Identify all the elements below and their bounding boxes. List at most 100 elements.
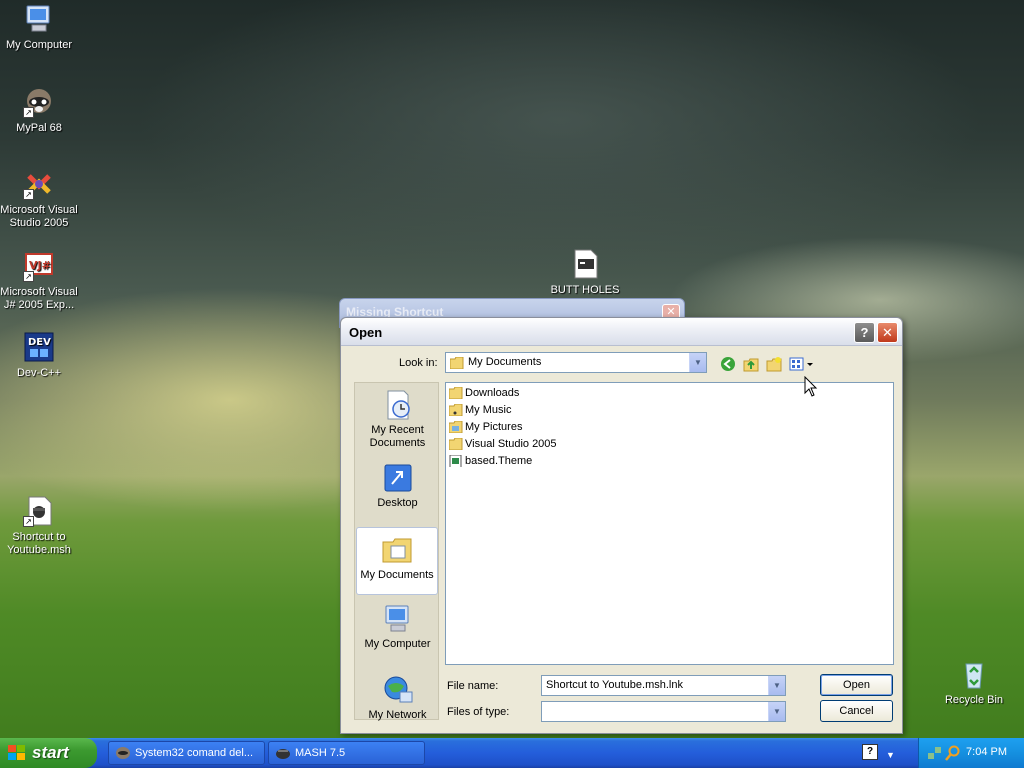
dialog-title: Open bbox=[349, 325, 383, 340]
search-icon[interactable] bbox=[945, 745, 961, 761]
look-in-dropdown[interactable]: My Documents ▼ bbox=[445, 352, 707, 373]
views-menu-icon[interactable] bbox=[789, 356, 815, 374]
raccoon-icon bbox=[116, 747, 130, 759]
close-button[interactable]: ✕ bbox=[877, 322, 898, 343]
desktop-icon-label: Dev-C++ bbox=[16, 367, 62, 379]
svg-text:DEV: DEV bbox=[28, 337, 51, 348]
music-folder-icon bbox=[449, 404, 463, 416]
desktop-icon-devcpp[interactable]: DEV Dev-C++ bbox=[0, 331, 79, 380]
chevron-down-icon[interactable]: ▼ bbox=[689, 353, 706, 372]
folder-icon bbox=[449, 387, 463, 399]
look-in-value: My Documents bbox=[468, 356, 542, 368]
theme-file-icon bbox=[449, 455, 462, 467]
network-globe-icon bbox=[382, 674, 414, 706]
desktop-icon-mypal[interactable]: ↗ MyPal 68 bbox=[0, 86, 79, 135]
dialog-titlebar[interactable]: Open ? ✕ bbox=[341, 318, 902, 346]
list-item[interactable]: based.Theme bbox=[449, 453, 532, 469]
desktop-icon-label: MyPal 68 bbox=[16, 122, 62, 134]
script-file-icon: ↗ bbox=[23, 495, 55, 527]
list-item[interactable]: Downloads bbox=[449, 385, 519, 401]
desktop-icon-label: My Computer bbox=[5, 39, 73, 51]
mash-icon bbox=[276, 749, 290, 759]
folder-icon bbox=[449, 438, 463, 450]
desktop-icon-label: Shortcut to bbox=[12, 531, 66, 543]
place-label: My Network bbox=[368, 709, 427, 721]
mouse-cursor-icon bbox=[804, 376, 818, 397]
place-label: My Computer bbox=[364, 638, 431, 650]
place-my-computer[interactable]: My Computer bbox=[355, 603, 440, 651]
raccoon-icon: ↗ bbox=[23, 86, 55, 118]
desktop-icon bbox=[382, 462, 414, 494]
chevron-down-icon[interactable]: ▼ bbox=[768, 702, 785, 721]
recycle-bin-icon bbox=[958, 658, 990, 690]
list-item[interactable]: My Pictures bbox=[449, 419, 522, 435]
list-item[interactable]: Visual Studio 2005 bbox=[449, 436, 557, 452]
desktop-icon-my-computer[interactable]: My Computer bbox=[0, 3, 79, 52]
place-label: My Documents bbox=[360, 569, 434, 581]
new-folder-icon[interactable] bbox=[765, 356, 783, 374]
open-button[interactable]: Open bbox=[820, 674, 893, 696]
place-my-recent-documents[interactable]: My Recent Documents bbox=[355, 389, 440, 450]
shortcut-arrow-icon: ↗ bbox=[23, 189, 34, 200]
desktop-icon-youtube-shortcut[interactable]: ↗ Shortcut to Youtube.msh bbox=[0, 495, 79, 557]
open-dialog[interactable]: Open ? ✕ Look in: My Documents ▼ My Rece… bbox=[340, 317, 903, 734]
cancel-button[interactable]: Cancel bbox=[820, 700, 893, 722]
places-bar: My Recent Documents Desktop My Documents… bbox=[354, 382, 440, 722]
place-my-documents[interactable]: My Documents bbox=[356, 527, 438, 595]
file-name: My Music bbox=[465, 404, 512, 416]
file-name: Downloads bbox=[465, 387, 520, 399]
file-name-field[interactable]: Shortcut to Youtube.msh.lnk ▼ bbox=[541, 675, 786, 696]
file-name-label: File name: bbox=[447, 680, 499, 692]
chevron-down-icon[interactable]: ▼ bbox=[768, 676, 785, 695]
desktop-icon-label: Youtube.msh bbox=[7, 544, 71, 556]
desktop-icon-label: J# 2005 Exp... bbox=[3, 299, 75, 311]
taskbar-item-mash[interactable]: MASH 7.5 bbox=[268, 741, 425, 765]
desktop-icon-visual-jsharp[interactable]: VJ# ↗ Microsoft Visual J# 2005 Exp... bbox=[0, 250, 79, 312]
chevron-down-icon[interactable]: ▼ bbox=[886, 750, 895, 760]
computer-icon bbox=[23, 3, 55, 35]
desktop-icon-recycle-bin[interactable]: Recycle Bin bbox=[934, 658, 1014, 707]
shortcut-arrow-icon: ↗ bbox=[23, 516, 34, 527]
start-label: start bbox=[32, 743, 69, 762]
start-button[interactable]: start bbox=[0, 738, 97, 768]
system-tray: 7:04 PM bbox=[918, 738, 1024, 768]
computer-icon bbox=[382, 603, 414, 635]
place-label: My Recent bbox=[371, 424, 424, 436]
place-label: Desktop bbox=[377, 497, 418, 509]
place-desktop[interactable]: Desktop bbox=[355, 462, 440, 510]
network-tray-icon[interactable] bbox=[927, 745, 943, 761]
clock-document-icon bbox=[382, 389, 414, 421]
desktop-icon-label: Studio 2005 bbox=[9, 217, 69, 229]
visual-studio-icon: ↗ bbox=[23, 168, 55, 200]
files-of-type-label: Files of type: bbox=[447, 706, 510, 718]
desktop-icon-label: Microsoft Visual bbox=[0, 204, 78, 216]
files-of-type-dropdown[interactable]: ▼ bbox=[541, 701, 786, 722]
vjsharp-icon: VJ# ↗ bbox=[23, 250, 55, 282]
desktop-icon-butt-holes[interactable]: BUTT HOLES bbox=[545, 248, 625, 297]
file-list[interactable]: Downloads My Music My Pictures Visual St… bbox=[445, 382, 894, 665]
taskbar-item-system32[interactable]: System32 comand del... bbox=[108, 741, 265, 765]
shortcut-arrow-icon: ↗ bbox=[23, 107, 34, 118]
task-label: System32 comand del... bbox=[135, 747, 254, 759]
folder-icon bbox=[450, 357, 464, 369]
back-icon[interactable] bbox=[719, 356, 737, 374]
place-my-network[interactable]: My Network bbox=[355, 674, 440, 722]
batch-file-icon bbox=[569, 248, 601, 280]
desktop-icon-label: Microsoft Visual bbox=[0, 286, 78, 298]
documents-folder-icon bbox=[381, 534, 413, 566]
task-label: MASH 7.5 bbox=[295, 747, 346, 759]
look-in-row: Look in: My Documents ▼ bbox=[341, 352, 902, 376]
help-tray-icon[interactable]: ? bbox=[862, 744, 878, 760]
list-item[interactable]: My Music bbox=[449, 402, 511, 418]
file-name: Visual Studio 2005 bbox=[465, 438, 557, 450]
clock[interactable]: 7:04 PM bbox=[966, 746, 1007, 758]
up-folder-icon[interactable] bbox=[742, 356, 760, 374]
help-button[interactable]: ? bbox=[854, 322, 875, 343]
file-name: based.Theme bbox=[465, 455, 533, 467]
desktop-icon-visual-studio[interactable]: ↗ Microsoft Visual Studio 2005 bbox=[0, 168, 79, 230]
look-in-label: Look in: bbox=[399, 357, 438, 369]
shortcut-arrow-icon: ↗ bbox=[23, 271, 34, 282]
desktop-icon-label: Recycle Bin bbox=[944, 694, 1004, 706]
file-name: My Pictures bbox=[465, 421, 523, 433]
desktop-icon-label: BUTT HOLES bbox=[550, 284, 620, 296]
